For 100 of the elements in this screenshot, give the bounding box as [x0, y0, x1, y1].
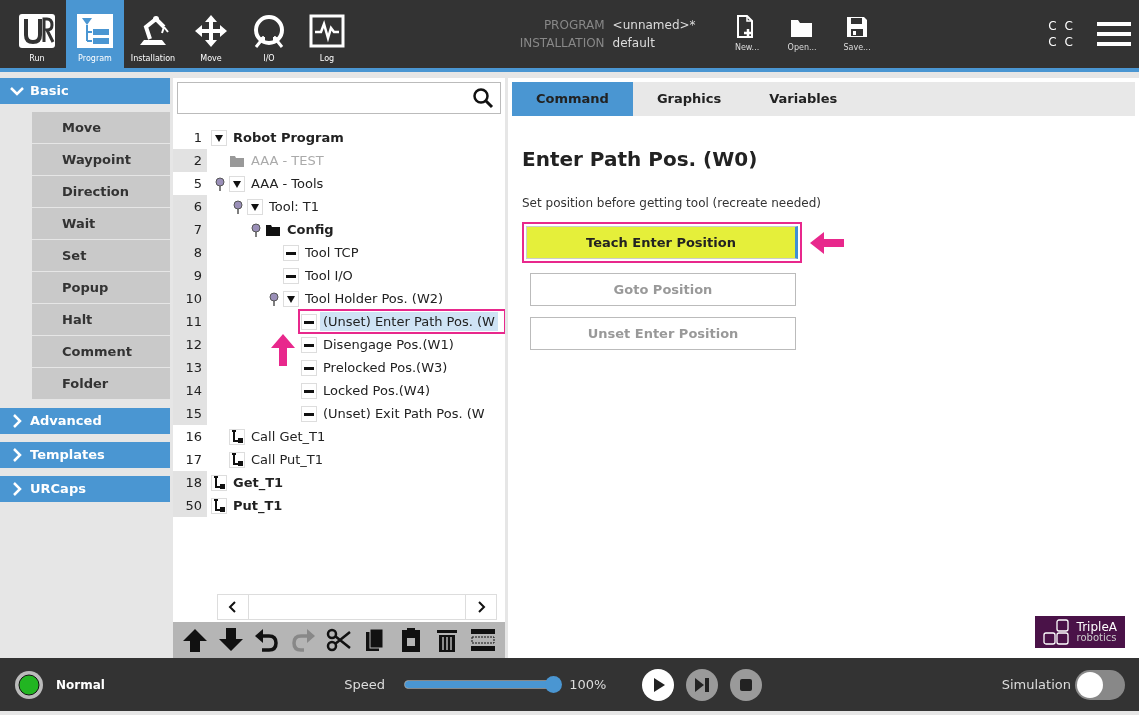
line-number: 7 [173, 218, 207, 241]
search-field[interactable] [177, 82, 501, 114]
line-number: 11 [173, 310, 207, 333]
line-number: 17 [184, 451, 203, 469]
subprogram-call-icon [211, 474, 227, 491]
scissors-icon[interactable] [326, 627, 352, 653]
tab[interactable]: Command [512, 82, 633, 116]
node-label[interactable]: (Unset) Enter Path Pos. (W [320, 311, 498, 332]
arrow-down-icon[interactable] [218, 627, 244, 653]
node-label[interactable]: Robot Program [230, 127, 347, 148]
program-tree-icon [76, 13, 114, 49]
node-label[interactable]: AAA - Tools [248, 173, 327, 194]
node-label[interactable]: Tool TCP [302, 242, 362, 263]
robot-status: Normal [56, 676, 105, 694]
status-light-icon [14, 669, 44, 700]
program-label: PROGRAM [542, 17, 605, 34]
waypoint-icon [301, 359, 317, 376]
suppress-icon[interactable] [470, 627, 496, 653]
node-label[interactable]: Put_T1 [230, 495, 286, 516]
command-button[interactable]: Teach Enter Position [526, 226, 798, 259]
node-label[interactable]: Call Put_T1 [248, 449, 327, 470]
logo-icon [18, 13, 56, 49]
status-mark: C [1064, 34, 1073, 50]
tab[interactable]: Graphics [632, 82, 746, 116]
status-mark: C [1048, 18, 1057, 34]
chevron-right-icon [476, 601, 486, 613]
speed-label: Speed [344, 675, 386, 694]
waypoint-icon [301, 313, 317, 330]
node-label[interactable]: Call Get_T1 [248, 426, 329, 447]
program-name: <unnamed>* [612, 17, 696, 34]
node-type-button[interactable]: Folder [32, 368, 170, 400]
undo-icon[interactable] [254, 627, 280, 653]
node-label[interactable]: Get_T1 [230, 472, 287, 493]
node-label[interactable]: Locked Pos.(W4) [320, 380, 434, 401]
installation-label: INSTALLATION [519, 35, 605, 52]
node-type-button[interactable]: Comment [32, 336, 170, 368]
node-label[interactable]: (Unset) Exit Path Pos. (W [320, 403, 488, 424]
node-label[interactable]: Prelocked Pos.(W3) [320, 357, 451, 378]
nav-tab[interactable]: Run [8, 0, 66, 68]
node-label[interactable]: Tool: T1 [266, 196, 322, 217]
chevron-right-icon [10, 448, 24, 462]
nav-tab[interactable]: I/O [240, 0, 298, 68]
annotation-arrow [271, 333, 295, 366]
logo-name: TripleA [1076, 621, 1117, 633]
line-number: 9 [173, 264, 207, 287]
play-button[interactable] [642, 668, 675, 701]
tab[interactable]: Variables [745, 82, 862, 116]
trash-icon[interactable] [434, 627, 460, 653]
command-description: Set position before getting tool (recreate needed) [522, 195, 822, 212]
node-label[interactable]: Tool Holder Pos. (W2) [302, 288, 447, 309]
line-number: 50 [173, 494, 207, 517]
file-button[interactable]: New... [719, 0, 775, 68]
line-number: 18 [173, 471, 207, 494]
nav-tab[interactable]: Installation [124, 0, 182, 68]
annotation-arrow [810, 231, 844, 254]
simulation-label: Simulation [1001, 675, 1071, 694]
waypoint-icon [283, 244, 299, 261]
arrow-up-icon[interactable] [182, 627, 208, 653]
node-type-button[interactable]: Waypoint [32, 144, 170, 176]
node-type-button[interactable]: Set [32, 240, 170, 272]
node-type-button[interactable]: Direction [32, 176, 170, 208]
status-mark: C [1048, 34, 1057, 50]
chevron-down-icon [10, 84, 24, 98]
line-number: 8 [173, 241, 207, 264]
nav-tab[interactable]: Log [298, 0, 356, 68]
installation-name: default [612, 35, 656, 52]
waypoint-icon [283, 267, 299, 284]
logo-subtitle: robotics [1076, 633, 1117, 643]
line-number: 15 [173, 402, 207, 425]
nav-tab[interactable]: Move [182, 0, 240, 68]
status-mark: C [1064, 18, 1073, 34]
subprogram-call-icon [229, 451, 245, 468]
line-number: 5 [192, 175, 203, 193]
chevron-left-icon [228, 601, 238, 613]
node-label[interactable]: Tool I/O [302, 265, 356, 286]
line-number: 13 [173, 356, 207, 379]
simulation-toggle[interactable] [1075, 669, 1125, 700]
command-title: Enter Path Pos. (W0) [522, 146, 759, 173]
line-number: 16 [184, 428, 203, 446]
search-icon [472, 87, 494, 109]
waypoint-icon [301, 382, 317, 399]
node-type-button[interactable]: Halt [32, 304, 170, 336]
node-label[interactable]: Disengage Pos.(W1) [320, 334, 457, 355]
node-label[interactable]: Config [284, 219, 337, 240]
line-number: 2 [173, 149, 207, 172]
file-button[interactable]: Save... [829, 0, 885, 68]
chevron-right-icon [10, 482, 24, 496]
chevron-right-icon [10, 414, 24, 428]
line-number: 14 [173, 379, 207, 402]
node-type-button[interactable]: Wait [32, 208, 170, 240]
menu-icon [1097, 20, 1131, 48]
file-button[interactable]: Open... [774, 0, 830, 68]
subprogram-call-icon [229, 428, 245, 445]
waveform-icon [308, 13, 346, 49]
node-type-button[interactable]: Popup [32, 272, 170, 304]
speed-reading: 100% [569, 675, 607, 694]
line-number: 1 [192, 129, 203, 147]
line-number: 10 [173, 287, 207, 310]
horizontal-scrollbar[interactable] [217, 594, 497, 620]
node-type-button[interactable]: Move [32, 112, 170, 144]
